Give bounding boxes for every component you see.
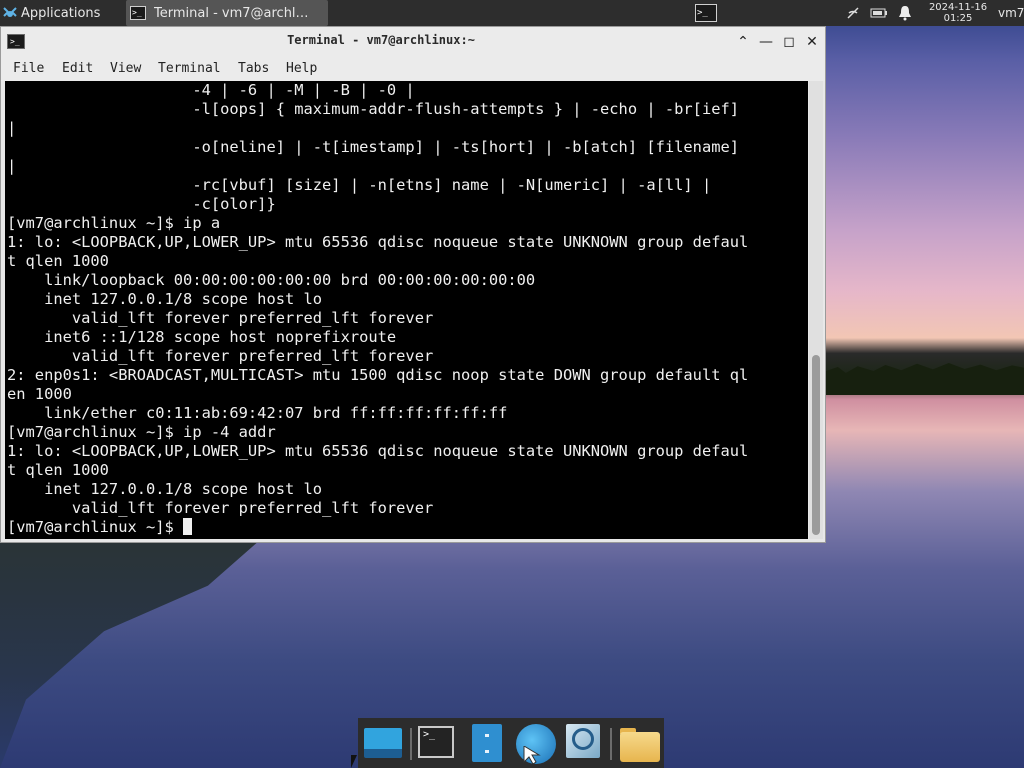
applications-label: Applications [21, 5, 101, 21]
close-icon[interactable]: ✕ [802, 32, 822, 52]
terminal-line: -o[neline] | -t[imestamp] | -ts[hort] | … [192, 138, 740, 156]
terminal-line: t qlen 1000 [7, 252, 109, 270]
menu-file[interactable]: File [13, 61, 44, 76]
menu-help[interactable]: Help [286, 61, 317, 76]
clock-time: 01:25 [943, 13, 973, 24]
mouse-pointer [351, 755, 357, 768]
chevron-up-icon[interactable]: ⌃ [733, 32, 753, 52]
dock-separator [610, 728, 612, 760]
terminal-text: -4 | -6 | -M | -B | -0 | -l[oops] { maxi… [5, 81, 808, 537]
terminal-line: [vm7@archlinux ~]$ ip a [7, 214, 221, 232]
terminal-line: | [7, 157, 17, 175]
terminal-line: en 1000 [7, 385, 72, 403]
terminal-line: 2: enp0s1: <BROADCAST,MULTICAST> mtu 150… [7, 366, 749, 384]
menu-view[interactable]: View [110, 61, 141, 76]
show-desktop-icon[interactable] [362, 722, 404, 764]
applications-menu[interactable]: Applications [0, 0, 126, 26]
dock-separator [410, 728, 412, 760]
menu-terminal[interactable]: Terminal [158, 61, 221, 76]
clock-date: 2024-11-16 [928, 2, 988, 13]
terminal-line: link/ether c0:11:ab:69:42:07 brd ff:ff:f… [44, 404, 508, 422]
file-manager-icon[interactable] [466, 722, 508, 764]
terminal-line: -c[olor]} [192, 195, 276, 213]
terminal-line: valid_lft forever preferred_lft forever [71, 499, 434, 517]
window-title: Terminal - vm7@archlinux:~ [287, 33, 475, 47]
menu-edit[interactable]: Edit [62, 61, 93, 76]
network-disconnected-icon[interactable] [843, 0, 863, 26]
terminal-icon: >_ [695, 4, 717, 22]
terminal-line: 1: lo: <LOOPBACK,UP,LOWER_UP> mtu 65536 … [7, 233, 749, 251]
wallpaper-shore [0, 540, 260, 768]
terminal-scrollbar[interactable] [809, 81, 823, 539]
shell-prompt: [vm7@archlinux ~]$ [7, 518, 184, 536]
web-browser-icon[interactable] [514, 722, 556, 764]
menu-tabs[interactable]: Tabs [238, 61, 269, 76]
terminal-icon[interactable]: >_ [416, 722, 458, 764]
maximize-icon[interactable]: ◻ [779, 32, 799, 52]
text-cursor [183, 518, 193, 535]
terminal-line: | [7, 119, 17, 137]
window-titlebar[interactable]: >_ Terminal - vm7@archlinux:~ ⌃ — ◻ ✕ [1, 27, 825, 57]
terminal-window: >_ Terminal - vm7@archlinux:~ ⌃ — ◻ ✕ Fi… [0, 26, 826, 543]
xfce-mouse-icon [3, 7, 17, 17]
terminal-line: [vm7@archlinux ~]$ ip -4 addr [7, 423, 276, 441]
terminal-line: t qlen 1000 [7, 461, 109, 479]
app-finder-icon[interactable] [562, 722, 604, 764]
terminal-line: inet 127.0.0.1/8 scope host lo [44, 480, 323, 498]
terminal-lines: -4 | -6 | -M | -B | -0 | -l[oops] { maxi… [7, 81, 748, 517]
scrollbar-thumb[interactable] [812, 355, 820, 535]
terminal-line: valid_lft forever preferred_lft forever [71, 347, 434, 365]
terminal-line: link/loopback 00:00:00:00:00:00 brd 00:0… [44, 271, 536, 289]
terminal-icon: >_ [130, 6, 146, 20]
wallpaper-treeline [826, 363, 1024, 395]
taskbar-terminal-label: Terminal - vm7@archl… [154, 5, 309, 21]
terminal-line: 1: lo: <LOOPBACK,UP,LOWER_UP> mtu 65536 … [7, 442, 749, 460]
terminal-line: valid_lft forever preferred_lft forever [71, 309, 434, 327]
terminal-launcher-button[interactable]: >_ [693, 0, 719, 26]
home-folder-icon[interactable] [618, 722, 660, 764]
terminal-line: -rc[vbuf] [size] | -n[etns] name | -N[um… [192, 176, 712, 194]
clock[interactable]: 2024-11-16 01:25 [918, 0, 998, 26]
notification-bell-icon[interactable] [896, 0, 914, 26]
minimize-icon[interactable]: — [756, 32, 776, 52]
terminal-line: inet6 ::1/128 scope host noprefixroute [44, 328, 397, 346]
taskbar-terminal-button[interactable]: >_ Terminal - vm7@archl… [126, 0, 328, 26]
user-menu[interactable]: vm7 [998, 0, 1024, 26]
terminal-line: -l[oops] { maximum-addr-flush-attempts }… [192, 100, 740, 118]
terminal-output[interactable]: -4 | -6 | -M | -B | -0 | -l[oops] { maxi… [5, 81, 808, 539]
battery-icon[interactable] [869, 0, 889, 26]
dock: >_ [358, 718, 664, 768]
menu-bar: File Edit View Terminal Tabs Help [1, 57, 825, 81]
terminal-line: -4 | -6 | -M | -B | -0 | [192, 81, 415, 99]
top-panel: Applications >_ Terminal - vm7@archl… >_… [0, 0, 1024, 26]
terminal-line: inet 127.0.0.1/8 scope host lo [44, 290, 323, 308]
